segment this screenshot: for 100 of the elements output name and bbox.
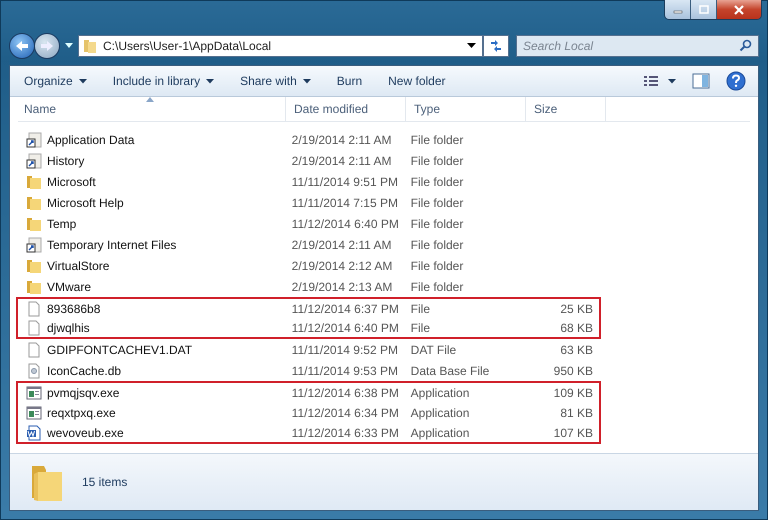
file-icon — [26, 300, 42, 316]
search-field[interactable]: Search Local — [516, 35, 759, 57]
file-row[interactable]: GDIPFONTCACHEV1.DAT 11/11/2014 9:52 PM DAT File 63 KB — [16, 339, 601, 360]
date-modified: 11/12/2014 6:33 PM — [292, 426, 399, 440]
toolbar-button[interactable]: Include in library — [104, 71, 222, 91]
refresh-button[interactable] — [483, 35, 509, 57]
back-button[interactable] — [9, 33, 35, 59]
file-name: Microsoft — [47, 174, 96, 188]
recent-pages-icon[interactable] — [65, 43, 73, 49]
application-window-icon — [26, 384, 42, 400]
address-bar[interactable]: C:\Users\User-1\AppData\Local — [78, 35, 483, 57]
date-modified: 2/19/2014 2:13 AM — [292, 280, 392, 294]
toolbar-button[interactable]: Share with — [232, 71, 319, 91]
file-type: Application — [410, 386, 470, 400]
column-header[interactable]: Size — [526, 97, 606, 121]
file-row[interactable]: IconCache.db 11/11/2014 9:53 PM Data Base File 950 KB — [16, 360, 601, 381]
file-name: Temp — [47, 216, 76, 230]
application-window-icon — [26, 404, 42, 420]
shortcut-icon — [26, 132, 42, 148]
shortcut-icon — [26, 236, 42, 252]
file-row[interactable]: Microsoft Help 11/11/2014 7:15 PM File folder — [16, 192, 601, 213]
file-type: File folder — [410, 154, 464, 168]
file-name: wevoveub.exe — [47, 426, 124, 440]
file-name: reqxtpxq.exe — [47, 406, 116, 420]
file-type: Data Base File — [410, 364, 490, 378]
file-type: File folder — [410, 132, 464, 146]
date-modified: 11/12/2014 6:38 PM — [292, 386, 399, 400]
file-row[interactable]: Temporary Internet Files 2/19/2014 2:11 AM File folder — [16, 234, 601, 255]
date-modified: 11/11/2014 9:52 PM — [292, 342, 398, 356]
file-name: 893686b8 — [47, 302, 100, 316]
file-row[interactable]: Application Data 2/19/2014 2:11 AM File folder — [16, 129, 601, 150]
close-icon — [733, 4, 745, 14]
dropdown-arrow-icon[interactable] — [467, 43, 476, 49]
file-row[interactable]: Microsoft 11/11/2014 9:51 PM File folder — [16, 171, 601, 192]
file-name: djwqlhis — [47, 320, 90, 334]
folder-icon — [26, 216, 42, 232]
search-icon[interactable] — [739, 39, 752, 52]
maximize-button[interactable] — [691, 0, 717, 19]
file-size: 109 KB — [554, 386, 594, 400]
folder-icon — [26, 174, 42, 190]
close-button[interactable] — [717, 0, 761, 19]
file-row[interactable]: Temp 11/12/2014 6:40 PM File folder — [16, 213, 601, 234]
maximize-icon — [698, 5, 708, 14]
file-type: File — [410, 320, 430, 334]
file-type: File folder — [410, 196, 464, 210]
file-gear-icon — [26, 362, 42, 378]
file-name: pvmqjsqv.exe — [47, 386, 120, 400]
date-modified: 11/12/2014 6:37 PM — [292, 302, 399, 316]
forward-button[interactable] — [34, 33, 60, 59]
file-row[interactable]: VMware 2/19/2014 2:13 AM File folder — [16, 276, 601, 297]
column-header[interactable]: Date modified — [286, 97, 406, 121]
toolbar-button[interactable]: Burn — [328, 71, 370, 91]
file-size: 81 KB — [560, 406, 594, 420]
date-modified: 11/12/2014 6:40 PM — [292, 216, 399, 230]
file-name: History — [47, 154, 84, 168]
highlighted-file-row[interactable]: pvmqjsqv.exe 11/12/2014 6:38 PM Application 109 KB — [16, 381, 601, 402]
highlighted-file-row[interactable]: 893686b8 11/12/2014 6:37 PM File 25 KB — [16, 297, 601, 318]
date-modified: 2/19/2014 2:11 AM — [292, 154, 392, 168]
left-arrow-icon — [15, 40, 29, 52]
date-modified: 11/12/2014 6:40 PM — [292, 320, 399, 334]
file-name: VirtualStore — [47, 258, 110, 272]
column-header[interactable]: Type — [406, 97, 526, 121]
file-name: Temporary Internet Files — [47, 238, 176, 252]
help-icon — [726, 71, 746, 91]
toolbar-button[interactable]: New folder — [380, 71, 454, 91]
file-row[interactable]: History 2/19/2014 2:11 AM File folder — [16, 150, 601, 171]
file-size: 950 KB — [554, 364, 594, 378]
sort-arrow-icon — [146, 97, 154, 102]
highlighted-file-row[interactable]: djwqlhis 11/12/2014 6:40 PM File 68 KB — [16, 318, 601, 339]
right-arrow-icon — [40, 40, 54, 52]
shortcut-icon — [26, 152, 42, 168]
file-size: 107 KB — [554, 426, 594, 440]
file-type: DAT File — [410, 342, 456, 356]
date-modified: 11/11/2014 7:15 PM — [292, 196, 398, 210]
file-type: File folder — [410, 216, 464, 230]
file-row[interactable]: VirtualStore 2/19/2014 2:12 AM File folder — [16, 255, 601, 276]
refresh-icon — [488, 39, 504, 53]
date-modified: 2/19/2014 2:11 AM — [292, 238, 392, 252]
file-size: 25 KB — [560, 302, 594, 316]
toolbar-button[interactable]: Organize — [16, 71, 95, 91]
date-modified: 11/11/2014 9:51 PM — [292, 174, 398, 188]
preview-pane-icon — [692, 73, 710, 89]
file-size: 68 KB — [560, 320, 594, 334]
date-modified: 2/19/2014 2:12 AM — [292, 258, 392, 272]
file-name: GDIPFONTCACHEV1.DAT — [47, 342, 192, 356]
folder-icon — [26, 258, 42, 274]
file-icon — [26, 342, 42, 358]
file-name: Application Data — [47, 132, 134, 146]
folder-icon — [26, 194, 42, 210]
file-type: File folder — [410, 280, 464, 294]
file-type: Application — [410, 406, 470, 420]
date-modified: 11/11/2014 9:53 PM — [292, 364, 398, 378]
document-icon — [26, 424, 42, 440]
minimize-button[interactable] — [665, 0, 691, 19]
file-name: Microsoft Help — [47, 196, 124, 210]
file-type: File folder — [410, 238, 464, 252]
file-type: File — [410, 302, 430, 316]
file-size: 63 KB — [560, 342, 594, 356]
highlighted-file-row[interactable]: wevoveub.exe 11/12/2014 6:33 PM Application 107 KB — [16, 423, 601, 444]
highlighted-file-row[interactable]: reqxtpxq.exe 11/12/2014 6:34 PM Application 81 KB — [16, 402, 601, 423]
